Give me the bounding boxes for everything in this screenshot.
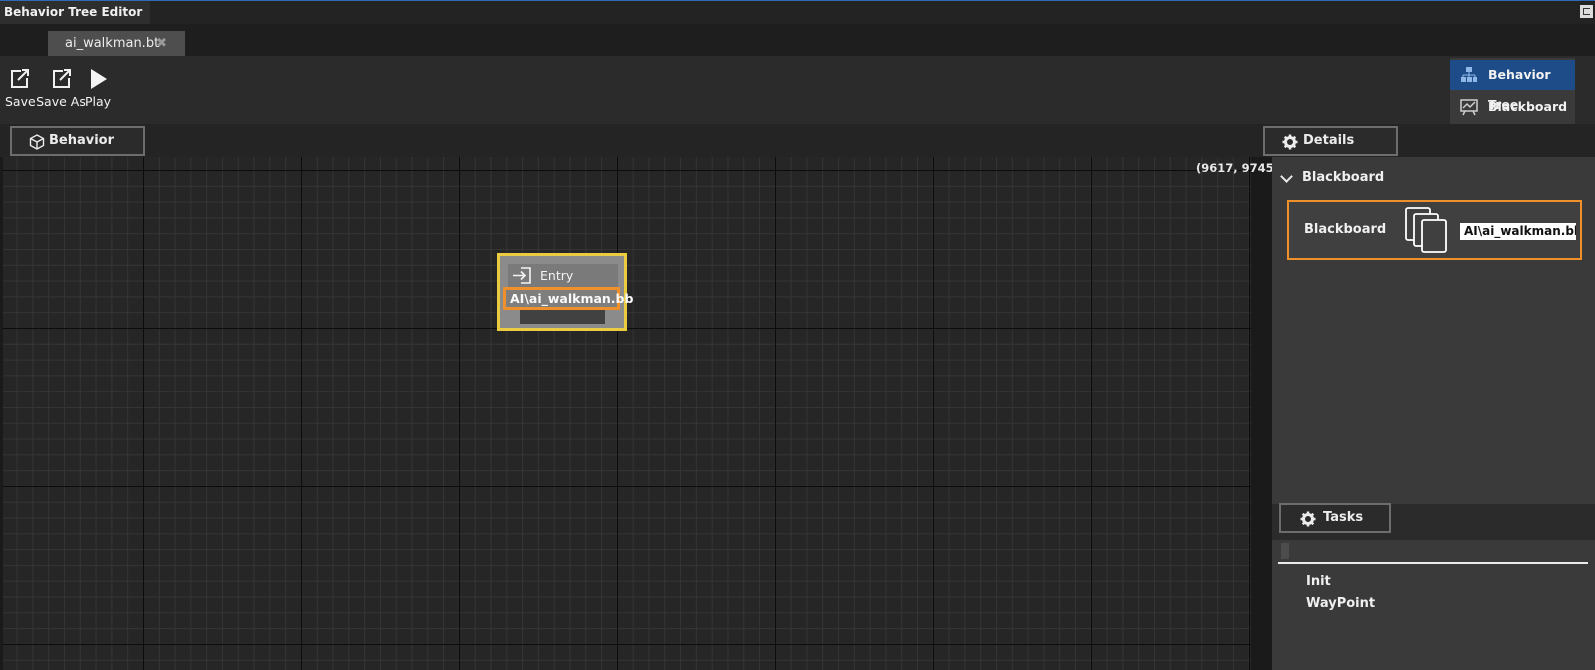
toolbar: Save Save As Play — [0, 56, 1595, 124]
entry-node-blackboard: AI\ai_walkman.bb — [503, 287, 633, 310]
cursor-coordinates: (9617, 9745) — [1196, 161, 1279, 175]
blackboard-icon — [1460, 99, 1478, 116]
graph-canvas[interactable] — [3, 157, 1251, 670]
entry-icon — [513, 267, 531, 284]
task-item-init[interactable]: Init — [1306, 571, 1375, 593]
gear-icon — [1300, 511, 1316, 527]
save-as-button[interactable]: Save As — [36, 66, 86, 109]
canvas-header-strip: Behavior Tree — [0, 124, 1256, 174]
mode-blackboard[interactable]: Blackboard — [1450, 92, 1575, 122]
mode-behavior-tree[interactable]: Behavior Tree — [1450, 60, 1575, 112]
play-button[interactable]: Play — [84, 66, 112, 109]
documents-icon[interactable] — [1404, 206, 1452, 256]
entry-node-header: Entry — [508, 264, 618, 287]
save-as-icon — [53, 69, 71, 88]
document-tab-strip: ai_walkman.bt ✖ — [0, 24, 1595, 56]
entry-node-output-pin[interactable] — [520, 310, 605, 324]
details-header-strip: Details Panel — [1256, 124, 1595, 174]
behavior-tree-header-button[interactable]: Behavior Tree — [10, 126, 145, 174]
title-bar: Behavior Tree Editor — [0, 1, 1595, 24]
tab-ai-walkman[interactable]: ai_walkman.bt ✖ — [48, 31, 185, 56]
play-icon — [91, 69, 107, 89]
mode-switch: Behavior Tree Blackboard — [1450, 58, 1575, 126]
tree-icon — [1461, 67, 1477, 82]
task-item-waypoint[interactable]: WayPoint — [1306, 593, 1375, 615]
save-button[interactable]: Save — [5, 66, 36, 109]
blackboard-path-field[interactable]: AI\ai_walkman.bb — [1460, 223, 1576, 240]
save-label: Save — [5, 94, 36, 109]
close-icon[interactable]: ✖ — [156, 31, 167, 56]
tasks-header-strip: Tasks — [1272, 503, 1595, 540]
tasks-header-label: Tasks — [1323, 510, 1364, 525]
cube-icon — [29, 134, 45, 150]
window-title: Behavior Tree Editor — [0, 1, 150, 24]
tasks-search-input[interactable] — [1278, 540, 1588, 564]
play-label: Play — [84, 94, 112, 109]
search-caret — [1281, 543, 1289, 559]
chevron-down-icon — [1280, 170, 1293, 183]
mode-blackboard-label: Blackboard — [1488, 99, 1568, 114]
save-icon — [11, 69, 29, 88]
details-panel-header-button[interactable]: Details Panel — [1263, 126, 1398, 174]
tab-label: ai_walkman.bt — [65, 36, 160, 51]
task-list: Init WayPoint — [1306, 571, 1375, 615]
tasks-header-button[interactable]: Tasks — [1279, 503, 1391, 533]
editor-window: Behavior Tree Editor ai_walkman.bt ✖ Sav… — [0, 0, 1595, 670]
blackboard-section-label: Blackboard — [1302, 170, 1385, 185]
blackboard-property-label: Blackboard — [1304, 222, 1387, 237]
entry-node-title: Entry — [540, 268, 574, 283]
save-as-label: Save As — [36, 94, 86, 109]
gear-icon — [1282, 134, 1298, 150]
blackboard-property-row: Blackboard AI\ai_walkman.bb — [1287, 200, 1582, 260]
blackboard-section-header[interactable]: Blackboard — [1272, 163, 1595, 193]
pin-icon[interactable] — [1580, 5, 1593, 18]
entry-node[interactable]: Entry AI\ai_walkman.bb — [497, 253, 633, 331]
